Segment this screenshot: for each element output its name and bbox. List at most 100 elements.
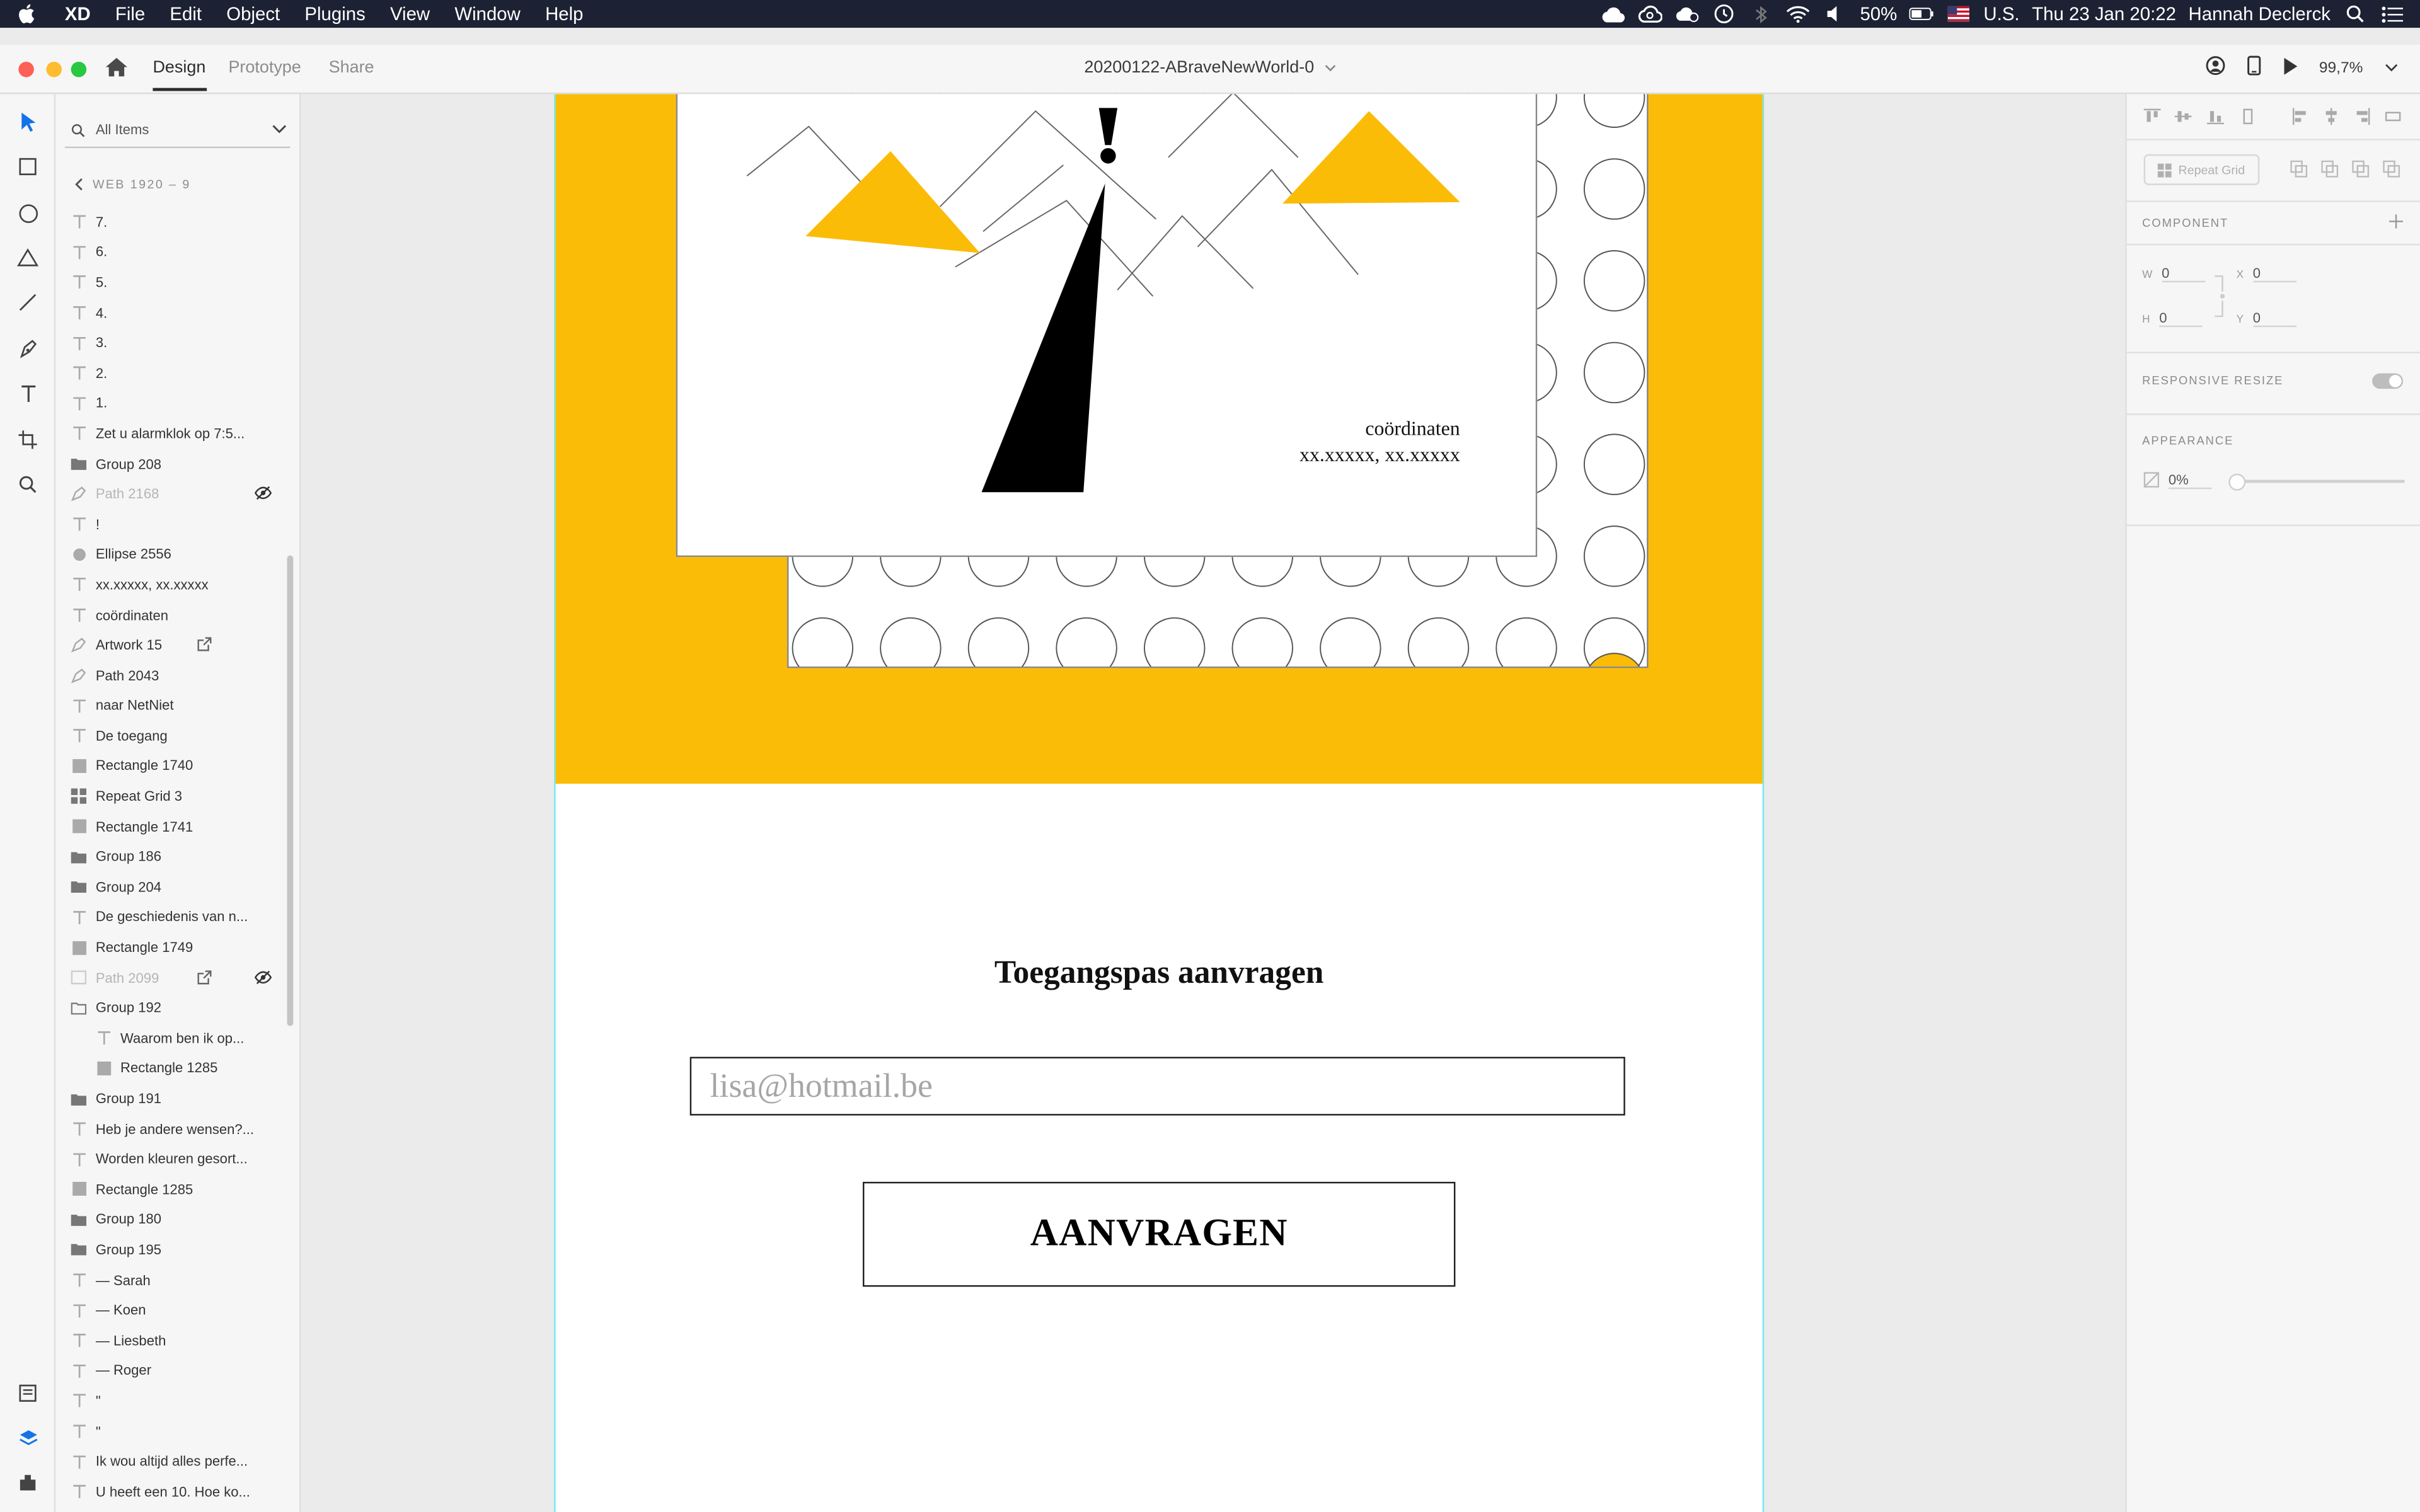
layer-row[interactable]: " <box>55 1386 287 1416</box>
external-link-icon[interactable] <box>197 638 212 655</box>
layer-row[interactable]: Repeat Grid 3 <box>55 781 287 811</box>
ellipse-tool-icon[interactable] <box>14 199 42 227</box>
width-field[interactable]: W0 <box>2142 265 2205 283</box>
layer-row[interactable]: — Liesbeth <box>55 1326 287 1356</box>
user-name[interactable]: Hannah Declerck <box>2189 3 2331 25</box>
illustration-card[interactable]: coördinaten xx.xxxxx, xx.xxxxx <box>676 94 1538 558</box>
height-field[interactable]: H0 <box>2142 310 2203 328</box>
distribute-horizontal-icon[interactable] <box>2385 108 2402 125</box>
rectangle-tool-icon[interactable] <box>14 152 42 180</box>
layer-row[interactable]: Worden kleuren gesort... <box>55 1144 287 1174</box>
assets-panel-icon[interactable] <box>14 1379 42 1407</box>
layer-row[interactable]: U heeft een 10. Hoe ko... <box>55 1477 287 1507</box>
input-source-label[interactable]: U.S. <box>1983 3 2019 25</box>
layer-row[interactable]: Path 2099 <box>55 963 287 993</box>
add-component-icon[interactable] <box>2389 214 2404 229</box>
design-canvas[interactable]: coördinaten xx.xxxxx, xx.xxxxx Toegangsp… <box>301 94 2126 1512</box>
polygon-tool-icon[interactable] <box>14 244 42 272</box>
distribute-vertical-icon[interactable] <box>2239 108 2256 125</box>
bluetooth-icon[interactable] <box>1749 4 1773 23</box>
artboard-tool-icon[interactable] <box>14 426 42 454</box>
opacity-slider-knob[interactable] <box>2228 473 2246 491</box>
layer-row[interactable]: De toegang <box>55 721 287 751</box>
artboard[interactable]: coördinaten xx.xxxxx, xx.xxxxx Toegangsp… <box>554 94 1765 1512</box>
align-center-icon[interactable] <box>2323 108 2340 125</box>
volume-icon[interactable] <box>1823 4 1848 23</box>
hidden-eye-icon[interactable] <box>254 486 272 503</box>
menu-app-name[interactable]: XD <box>52 0 103 28</box>
email-input[interactable] <box>691 1058 1624 1114</box>
layer-row[interactable]: — Sarah <box>55 1265 287 1295</box>
y-field[interactable]: Y0 <box>2237 310 2296 328</box>
layer-row[interactable]: Artwork 15 <box>55 630 287 660</box>
spotlight-search-icon[interactable] <box>2343 4 2368 23</box>
line-tool-icon[interactable] <box>14 289 42 316</box>
pen-tool-icon[interactable] <box>14 335 42 362</box>
menu-view[interactable]: View <box>377 0 442 28</box>
chevron-down-icon[interactable] <box>1323 63 1336 72</box>
menu-edit[interactable]: Edit <box>158 0 214 28</box>
boolean-exclude-icon[interactable] <box>2383 160 2400 178</box>
layer-row[interactable]: Zet u alarmklok op 7:5... <box>55 418 287 449</box>
layer-row[interactable]: 2. <box>55 358 287 388</box>
layer-row[interactable]: ! <box>55 509 287 539</box>
menu-file[interactable]: File <box>103 0 158 28</box>
layer-row[interactable]: 3. <box>55 328 287 358</box>
layer-row[interactable]: coördinaten <box>55 600 287 630</box>
external-link-icon[interactable] <box>197 970 212 987</box>
document-title[interactable]: 20200122-ABraveNewWorld-0 <box>1084 59 1314 77</box>
clock[interactable]: Thu 23 Jan 20:22 <box>2032 3 2176 25</box>
battery-icon[interactable] <box>1909 4 1934 23</box>
layer-row[interactable]: De geschiedenis van n... <box>55 902 287 932</box>
layer-row[interactable]: Group 186 <box>55 842 287 872</box>
artboard-breadcrumb[interactable]: WEB 1920 – 9 <box>74 178 191 192</box>
responsive-resize-toggle[interactable] <box>2372 373 2404 389</box>
menu-window[interactable]: Window <box>442 0 533 28</box>
menu-help[interactable]: Help <box>533 0 596 28</box>
text-tool-icon[interactable] <box>14 379 42 407</box>
layer-row[interactable]: 5. <box>55 267 287 297</box>
layer-row[interactable]: 4. <box>55 297 287 328</box>
layer-row[interactable]: Group 180 <box>55 1205 287 1235</box>
creative-cloud-icon[interactable] <box>1601 4 1625 23</box>
align-left-icon[interactable] <box>2292 108 2309 125</box>
layer-row[interactable]: Ik wou altijd alles perfe... <box>55 1446 287 1477</box>
apple-icon[interactable] <box>0 3 52 25</box>
layer-row[interactable]: Rectangle 1285 <box>55 1053 287 1084</box>
lock-aspect-icon[interactable] <box>2213 275 2226 318</box>
align-middle-icon[interactable] <box>2174 108 2192 125</box>
wifi-icon[interactable] <box>1786 4 1811 23</box>
time-machine-icon[interactable] <box>1712 4 1736 23</box>
align-top-icon[interactable] <box>2143 108 2161 125</box>
align-bottom-icon[interactable] <box>2207 108 2224 125</box>
layer-row[interactable]: 7. <box>55 207 287 237</box>
layer-row[interactable]: Heb je andere wensen?... <box>55 1114 287 1144</box>
layer-row[interactable]: Rectangle 1740 <box>55 751 287 781</box>
layers-panel-icon[interactable] <box>14 1424 42 1452</box>
repeat-grid-button[interactable]: Repeat Grid <box>2143 154 2260 185</box>
zoom-level[interactable]: 99,7% <box>2319 59 2363 76</box>
chevron-left-icon[interactable] <box>74 178 84 192</box>
layers-search[interactable]: All Items <box>64 116 291 149</box>
layer-row[interactable]: Path 2168 <box>55 479 287 509</box>
boolean-intersect-icon[interactable] <box>2352 160 2370 178</box>
email-field[interactable] <box>689 1057 1625 1116</box>
layer-row[interactable]: Group 195 <box>55 1235 287 1265</box>
document-title-area[interactable]: 20200122-ABraveNewWorld-0 <box>0 59 2420 77</box>
play-preview-icon[interactable] <box>2282 56 2297 79</box>
share-user-icon[interactable] <box>2205 55 2225 80</box>
layer-row[interactable]: Rectangle 1285 <box>55 1174 287 1205</box>
menu-object[interactable]: Object <box>214 0 292 28</box>
layer-row[interactable]: Waarom ben ik op... <box>55 1023 287 1053</box>
request-button[interactable]: AANVRAGEN <box>862 1181 1456 1287</box>
cloud-status-icon[interactable] <box>1675 4 1700 23</box>
align-right-icon[interactable] <box>2354 108 2371 125</box>
layer-row[interactable]: xx.xxxxx, xx.xxxxx <box>55 570 287 600</box>
zoom-chevron-icon[interactable] <box>2385 59 2399 76</box>
layer-row[interactable]: Path 2043 <box>55 660 287 690</box>
layer-row[interactable]: — Roger <box>55 1356 287 1386</box>
menu-plugins[interactable]: Plugins <box>292 0 378 28</box>
layer-row[interactable]: Rectangle 1741 <box>55 811 287 842</box>
select-tool-icon[interactable] <box>14 108 42 135</box>
layer-row[interactable]: Group 208 <box>55 449 287 479</box>
